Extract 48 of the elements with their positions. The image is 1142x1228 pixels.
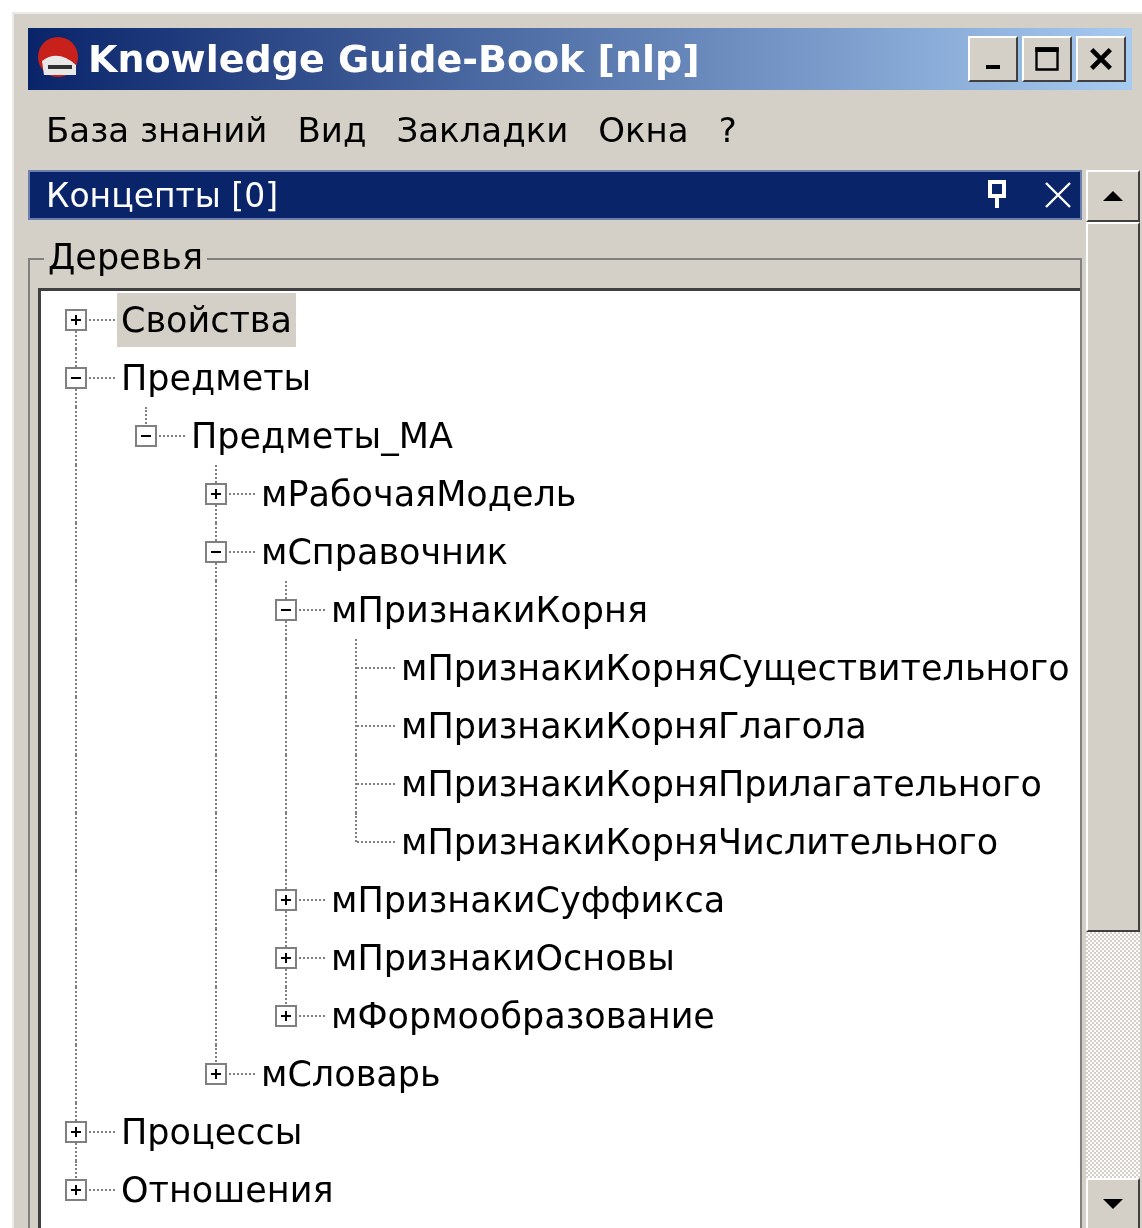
scrollbar[interactable] [1086,170,1140,1228]
expand-icon[interactable] [275,947,297,969]
menu-item[interactable]: База знаний [32,110,282,150]
tree-item[interactable]: мПризнакиКорня [327,583,652,637]
tree-item[interactable]: Отношения [117,1163,338,1217]
maximize-icon [1033,45,1061,73]
collapse-icon[interactable] [205,541,227,563]
menu-item[interactable]: Вид [283,110,381,150]
menu-item[interactable]: ? [704,110,751,150]
panel-title: Концепты [0] [46,175,280,215]
tree-item[interactable]: Процессы [117,1105,307,1159]
scroll-down-button[interactable] [1086,1178,1140,1228]
expand-icon[interactable] [275,1005,297,1027]
window-title: Knowledge Guide-Book [nlp] [88,37,701,81]
expand-icon[interactable] [65,309,87,331]
close-icon [1087,45,1115,73]
tree-item[interactable]: мПризнакиКорняЧислительного [397,815,1003,869]
tree-item[interactable]: Предметы [117,351,316,405]
maximize-button[interactable] [1022,36,1072,82]
tree-item[interactable]: мСправочник [257,525,512,579]
expand-icon[interactable] [65,1179,87,1201]
tree-item[interactable]: мРабочаяМодель [257,467,581,521]
tree-item[interactable]: мПризнакиОсновы [327,931,679,985]
tree-item[interactable]: мФормообразование [327,989,719,1043]
minimize-button[interactable] [968,36,1018,82]
tree-item[interactable]: мСловарь [257,1047,445,1101]
tree-item[interactable]: Предметы_МА [187,409,457,463]
tree-item[interactable]: мПризнакиСуффикса [327,873,730,927]
tree-item[interactable]: Свойства [117,293,296,347]
scroll-up-button[interactable] [1086,170,1140,222]
tree-item[interactable]: мПризнакиКорняГлагола [397,699,871,753]
expand-icon[interactable] [205,483,227,505]
close-icon[interactable] [1044,181,1072,209]
arrow-up-icon [1102,190,1124,202]
expand-icon[interactable] [65,1121,87,1143]
minimize-icon [986,65,1000,69]
tree-item[interactable]: мПризнакиКорняСуществительного [397,641,1074,695]
expand-icon[interactable] [275,889,297,911]
expand-icon[interactable] [205,1063,227,1085]
collapse-icon[interactable] [135,425,157,447]
collapse-icon[interactable] [65,367,87,389]
menu-item[interactable]: Окна [584,110,703,150]
collapse-icon[interactable] [275,599,297,621]
close-button[interactable] [1076,36,1126,82]
tree-item[interactable]: мПризнакиКорняПрилагательного [397,757,1046,811]
scroll-thumb[interactable] [1086,222,1140,932]
menu-item[interactable]: Закладки [382,110,583,150]
arrow-down-icon [1102,1198,1124,1210]
